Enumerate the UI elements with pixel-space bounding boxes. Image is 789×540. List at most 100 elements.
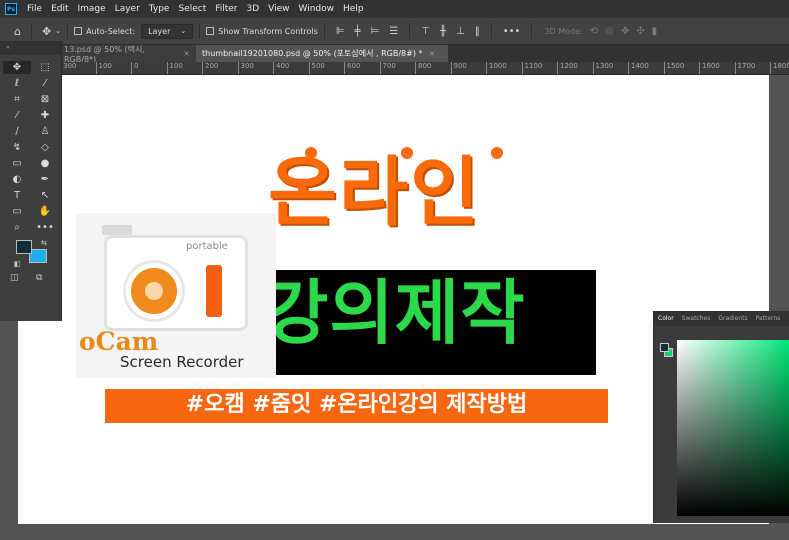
ruler-tick: 100: [166, 62, 183, 74]
divider: [531, 23, 533, 39]
tab-color[interactable]: Color: [654, 315, 678, 322]
collapse-icon[interactable]: «: [6, 44, 10, 51]
zoom-tool-icon[interactable]: ⌕: [3, 221, 31, 234]
swap-colors-icon[interactable]: ⇆: [41, 239, 47, 247]
ruler-tick: 500: [308, 62, 325, 74]
close-icon[interactable]: ×: [429, 49, 436, 58]
photoshop-window: Ps File Edit Image Layer Type Select Fil…: [0, 0, 789, 540]
color-picker-field[interactable]: [677, 340, 789, 516]
more-tools-icon[interactable]: •••: [31, 221, 59, 234]
tab-swatches[interactable]: Swatches: [678, 315, 715, 322]
divider: [30, 23, 32, 39]
history-brush-tool-icon[interactable]: ↯: [3, 141, 31, 154]
tab-patterns[interactable]: Patterns: [752, 315, 785, 322]
menu-file[interactable]: File: [23, 4, 47, 14]
thumbnail-title-online: 온라인: [268, 148, 482, 236]
show-transform-label: Show Transform Controls: [218, 26, 318, 36]
quick-mask-icon[interactable]: ◫: [10, 273, 19, 283]
ocam-lens: [126, 263, 182, 319]
distribute-vertical-icon[interactable]: ‖: [475, 26, 480, 37]
menu-help[interactable]: Help: [339, 4, 369, 14]
show-transform-checkbox[interactable]: [206, 27, 215, 35]
tab-document-13[interactable]: 13.psd @ 50% (택시, RGB/8*) ×: [58, 44, 196, 64]
menu-window[interactable]: Window: [295, 4, 340, 14]
default-colors-icon[interactable]: ◧: [14, 260, 21, 268]
align-middle-icon[interactable]: ╫: [440, 26, 446, 37]
camera-icon: ▮: [651, 25, 658, 37]
quick-select-tool-icon[interactable]: ⁄: [31, 77, 59, 90]
tab-document-thumbnail[interactable]: thumbnail19201080.psd @ 50% (포토샵에서 , RGB…: [196, 45, 448, 62]
move-tool-icon[interactable]: ✥: [42, 25, 51, 38]
align-top-icon[interactable]: ⊤: [421, 26, 430, 37]
menu-bar: Ps File Edit Image Layer Type Select Fil…: [0, 0, 789, 18]
divider: [490, 23, 492, 39]
menu-type[interactable]: Type: [145, 4, 175, 14]
menu-layer[interactable]: Layer: [111, 4, 145, 14]
move-tool-icon[interactable]: ✥: [3, 61, 31, 74]
chevron-down-icon: ⌄: [180, 27, 187, 35]
ruler-tick: 1000: [486, 62, 507, 74]
layer-select[interactable]: Layer ⌄: [141, 23, 194, 39]
tab-label: 13.psd @ 50% (택시, RGB/8*): [64, 44, 145, 64]
align-right-icon[interactable]: ⊨: [371, 26, 380, 37]
menu-filter[interactable]: Filter: [211, 4, 242, 14]
horizontal-ruler[interactable]: 300 100 0 100 200 300 400 500 600 700 800 900 1000 11…: [62, 62, 789, 75]
eraser-tool-icon[interactable]: ◇: [31, 141, 59, 154]
align-left-icon[interactable]: ⊫: [336, 26, 345, 37]
tab-gradients[interactable]: Gradients: [714, 315, 751, 322]
auto-select-checkbox[interactable]: [74, 27, 83, 35]
ruler-tick: 0: [131, 62, 138, 74]
path-select-tool-icon[interactable]: ↖: [31, 189, 59, 202]
menu-3d[interactable]: 3D: [243, 4, 265, 14]
tools-panel-header: «: [0, 41, 61, 55]
align-center-icon[interactable]: ╪: [355, 26, 361, 37]
align-bottom-icon[interactable]: ⊥: [456, 26, 465, 37]
eyedropper-tool-icon[interactable]: ⁄: [3, 109, 31, 122]
distribute-icon[interactable]: ☰: [389, 26, 398, 37]
crop-tool-icon[interactable]: ⌗: [3, 93, 31, 106]
ruler-tick: 1400: [628, 62, 649, 74]
pen-tool-icon[interactable]: ✒: [31, 173, 59, 186]
menu-edit[interactable]: Edit: [47, 4, 73, 14]
marquee-tool-icon[interactable]: ⬚: [31, 61, 59, 74]
chevron-down-icon[interactable]: ⌄: [55, 27, 61, 35]
tool-grid: ✥ ⬚ ℓ ⁄ ⌗ ⊠ ⁄ ✚ ∕ ♙ ↯ ◇ ▭ ● ◐ ✒ T ↖ ▭ ✋ …: [0, 55, 61, 234]
rectangle-tool-icon[interactable]: ▭: [3, 205, 31, 218]
ruler-tick: 1500: [663, 62, 684, 74]
divider: [409, 23, 411, 39]
menu-image[interactable]: Image: [74, 4, 111, 14]
more-options-button[interactable]: •••: [503, 26, 521, 37]
menu-view[interactable]: View: [264, 4, 294, 14]
lasso-tool-icon[interactable]: ℓ: [3, 77, 31, 90]
ruler-tick: 800: [415, 62, 431, 74]
home-icon[interactable]: ⌂: [14, 25, 21, 38]
close-icon[interactable]: ×: [183, 49, 190, 58]
color-panel-tabs: Color Swatches Gradients Patterns: [654, 311, 789, 326]
foreground-color-swatch[interactable]: [16, 240, 32, 254]
ruler-tick: 900: [450, 62, 467, 74]
ruler-tick: 300: [237, 62, 254, 74]
title-dot: [491, 147, 503, 159]
options-bar: ⌂ ✥ ⌄ Auto-Select: Layer ⌄ Show Transfor…: [0, 18, 789, 45]
ruler-tick: 600: [344, 62, 360, 74]
foreground-color-chip[interactable]: [660, 343, 669, 352]
ocam-portable-label: portable: [186, 241, 228, 252]
document-tabs: « 13.psd @ 50% (택시, RGB/8*) × thumbnail1…: [0, 44, 789, 64]
frame-tool-icon[interactable]: ⊠: [31, 93, 59, 106]
layer-select-value: Layer: [148, 26, 171, 36]
ruler-tick: 1600: [699, 62, 720, 74]
stamp-tool-icon[interactable]: ♙: [31, 125, 59, 138]
hashtag-text: #오캠 #줌잇 #온라인강의 제작방법: [185, 392, 528, 417]
ruler-tick: 1200: [557, 62, 578, 74]
brush-tool-icon[interactable]: ∕: [3, 125, 31, 138]
menu-select[interactable]: Select: [174, 4, 211, 14]
blur-tool-icon[interactable]: ●: [31, 157, 59, 170]
healing-brush-tool-icon[interactable]: ✚: [31, 109, 59, 122]
type-tool-icon[interactable]: T: [3, 189, 31, 202]
ocam-record-bar: [206, 265, 222, 317]
auto-select-label: Auto-Select:: [86, 26, 136, 36]
screen-mode-icon[interactable]: ⧉: [36, 273, 42, 283]
hand-tool-icon[interactable]: ✋: [31, 205, 59, 218]
gradient-tool-icon[interactable]: ▭: [3, 157, 31, 170]
dodge-tool-icon[interactable]: ◐: [3, 173, 31, 186]
